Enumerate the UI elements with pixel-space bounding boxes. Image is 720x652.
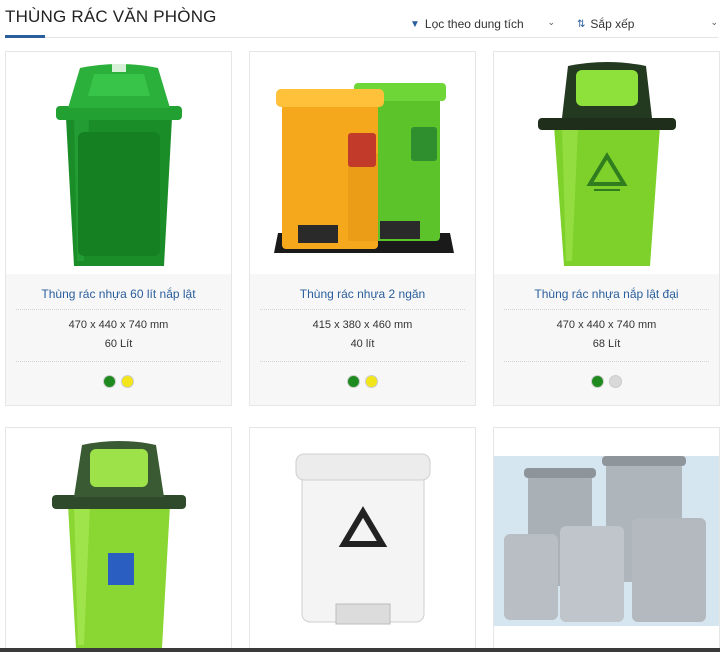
stainless-steel-bins-image bbox=[494, 455, 719, 626]
product-image[interactable] bbox=[494, 428, 719, 651]
product-card[interactable]: Thùng rác nhựa 60 lít nắp lật 470 x 440 … bbox=[5, 51, 232, 406]
product-card[interactable] bbox=[249, 427, 476, 652]
product-image[interactable] bbox=[494, 52, 719, 274]
product-card[interactable] bbox=[493, 427, 720, 652]
color-swatches bbox=[494, 375, 719, 388]
product-name-link[interactable]: Thùng rác nhựa 60 lít nắp lật bbox=[6, 287, 231, 301]
divider bbox=[16, 309, 221, 310]
color-swatch-yellow[interactable] bbox=[121, 375, 134, 388]
divider bbox=[16, 361, 221, 362]
color-swatch-green[interactable] bbox=[347, 375, 360, 388]
color-swatches bbox=[250, 375, 475, 388]
product-name-link[interactable]: Thùng rác nhựa nắp lật đại bbox=[494, 287, 719, 301]
color-swatch-green[interactable] bbox=[103, 375, 116, 388]
color-swatch-green[interactable] bbox=[591, 375, 604, 388]
product-grid: Thùng rác nhựa 60 lít nắp lật 470 x 440 … bbox=[0, 0, 720, 652]
product-capacity: 40 lít bbox=[350, 338, 375, 350]
product-card[interactable]: Thùng rác nhựa nắp lật đại 470 x 440 x 7… bbox=[493, 51, 720, 406]
divider bbox=[260, 309, 465, 310]
product-image[interactable] bbox=[250, 428, 475, 651]
white-pedal-bin-image bbox=[295, 453, 430, 624]
flip-lid-bin-image bbox=[537, 61, 676, 266]
product-info: Thùng rác nhựa 60 lít nắp lật 470 x 440 … bbox=[6, 274, 231, 405]
product-capacity: 60 Lít bbox=[104, 338, 133, 350]
product-image[interactable] bbox=[6, 428, 231, 651]
divider bbox=[504, 361, 709, 362]
product-card[interactable] bbox=[5, 427, 232, 652]
lime-bin-swing-lid-image bbox=[51, 441, 186, 648]
divider bbox=[504, 309, 709, 310]
product-name-link[interactable]: Thùng rác nhựa 2 ngăn bbox=[250, 287, 475, 301]
product-dimensions: 470 x 440 x 740 mm bbox=[556, 319, 657, 331]
color-swatch-yellow[interactable] bbox=[365, 375, 378, 388]
color-swatch-gray[interactable] bbox=[609, 375, 622, 388]
product-image[interactable] bbox=[6, 52, 231, 274]
divider bbox=[260, 361, 465, 362]
product-info: Thùng rác nhựa nắp lật đại 470 x 440 x 7… bbox=[494, 274, 719, 405]
color-swatches bbox=[6, 375, 231, 388]
product-card[interactable]: Thùng rác nhựa 2 ngăn 415 x 380 x 460 mm… bbox=[249, 51, 476, 406]
product-image[interactable] bbox=[250, 52, 475, 274]
product-dimensions: 415 x 380 x 460 mm bbox=[312, 319, 413, 331]
product-dimensions: 470 x 440 x 740 mm bbox=[68, 319, 169, 331]
two-compartment-bin-image bbox=[273, 83, 454, 253]
product-capacity: 68 Lít bbox=[592, 338, 621, 350]
bottom-bar bbox=[0, 648, 720, 652]
product-info: Thùng rác nhựa 2 ngăn 415 x 380 x 460 mm… bbox=[250, 274, 475, 405]
green-bin-flip-lid-image bbox=[55, 63, 182, 266]
